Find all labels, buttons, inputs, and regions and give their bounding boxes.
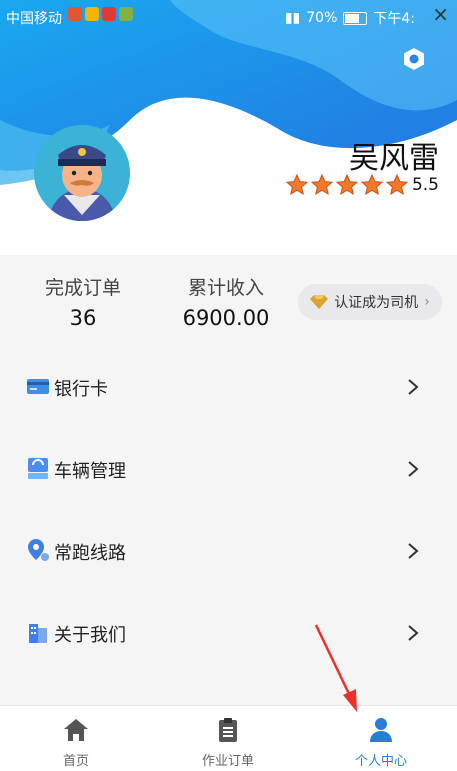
total-income-label: 累计收入: [187, 277, 264, 299]
vehicle-icon: [28, 458, 48, 479]
menu-item-label: 关于我们: [54, 625, 126, 646]
rating-value: 5.5: [411, 175, 439, 195]
status-bar: 中国移动 ▮▮ 70% 下午4:: [0, 0, 457, 34]
avatar[interactable]: [34, 125, 130, 221]
chevron-right-icon: [408, 625, 419, 641]
star-icon: [285, 173, 309, 196]
tab-home[interactable]: 首页: [0, 706, 152, 771]
total-income-value: 6900.00: [182, 306, 270, 330]
notification-icon: [68, 7, 82, 21]
menu-item-label: 银行卡: [54, 379, 108, 400]
chevron-right-icon: [408, 461, 419, 477]
diamond-icon: [310, 295, 329, 309]
profile-header: 中国移动 ▮▮ 70% 下午4: × 吴风雷 5.5: [0, 0, 457, 255]
close-icon[interactable]: ×: [432, 2, 449, 26]
person-icon: [370, 718, 392, 742]
notification-icon: [119, 7, 133, 21]
menu-item-about-us[interactable]: 关于我们: [0, 591, 457, 673]
route-icon: [28, 539, 49, 561]
settings-icon[interactable]: [401, 46, 427, 72]
rating: 5.5: [285, 173, 439, 197]
bank-card-icon: [27, 379, 49, 394]
battery-percent: 70%: [306, 10, 338, 26]
carrier-label: 中国移动: [6, 11, 62, 27]
tab-label: 作业订单: [201, 754, 254, 769]
status-right: ▮▮ 70% 下午4:: [285, 8, 415, 28]
chevron-right-icon: ›: [424, 294, 430, 310]
star-icon: [360, 173, 384, 196]
chevron-right-icon: [408, 379, 419, 395]
menu-list: 银行卡 车辆管理 常跑线路 关于我们: [0, 345, 457, 673]
signal-icon: ▮▮: [284, 10, 301, 26]
chevron-right-icon: [408, 543, 419, 559]
star-icon: [385, 173, 409, 196]
certify-driver-button[interactable]: 认证成为司机 ›: [298, 284, 442, 320]
tab-orders[interactable]: 作业订单: [152, 706, 304, 771]
tab-profile[interactable]: 个人中心: [305, 706, 457, 771]
notification-icon: [102, 7, 116, 21]
menu-item-vehicle-management[interactable]: 车辆管理: [0, 427, 457, 509]
home-icon: [64, 719, 88, 741]
menu-item-label: 常跑线路: [54, 543, 126, 564]
battery-icon: [343, 11, 368, 25]
building-icon: [29, 624, 47, 643]
user-name: 吴风雷: [349, 141, 439, 176]
tab-label: 首页: [62, 754, 89, 769]
total-income[interactable]: 累计收入 6900.00: [166, 273, 286, 330]
completed-orders-label: 完成订单: [44, 277, 121, 299]
star-icon: [310, 173, 334, 196]
clipboard-icon: [219, 718, 237, 742]
clock: 下午4:: [373, 11, 415, 27]
menu-item-label: 车辆管理: [54, 461, 126, 482]
star-icon: [335, 173, 359, 196]
certify-driver-label: 认证成为司机: [334, 295, 419, 311]
bottom-tab-bar: 首页 作业订单 个人中心: [0, 705, 457, 771]
menu-item-frequent-routes[interactable]: 常跑线路: [0, 509, 457, 591]
tab-label: 个人中心: [354, 754, 407, 769]
notification-icons: [68, 7, 133, 21]
completed-orders-value: 36: [69, 306, 97, 330]
completed-orders[interactable]: 完成订单 36: [28, 273, 138, 330]
driver-avatar-icon: [34, 125, 130, 221]
menu-item-bank-card[interactable]: 银行卡: [0, 345, 457, 427]
notification-icon: [85, 7, 99, 21]
